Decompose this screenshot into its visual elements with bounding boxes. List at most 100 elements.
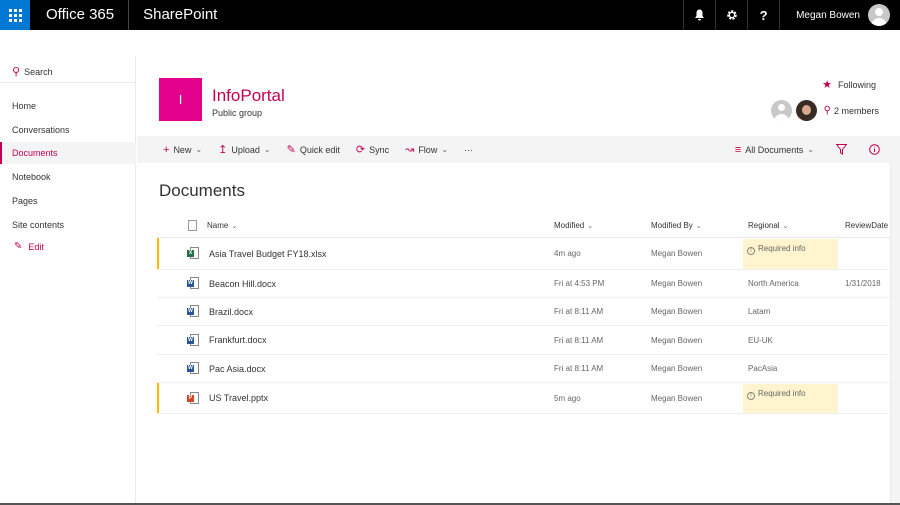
nav-item-home[interactable]: Home xyxy=(0,95,136,117)
flow-button[interactable]: ↝ Flow ⌄ xyxy=(397,136,456,163)
avatar xyxy=(868,4,890,26)
file-name[interactable]: Brazil.docx xyxy=(209,307,253,317)
table-row[interactable]: W Beacon Hill.docx Fri at 4:53 PM Megan … xyxy=(157,270,890,298)
help-button[interactable]: ? xyxy=(747,0,779,30)
chevron-down-icon: ⌄ xyxy=(782,223,789,230)
new-button[interactable]: + New ⌄ xyxy=(137,136,210,163)
user-name: Megan Bowen xyxy=(796,9,860,21)
table-row[interactable]: W Frankfurt.docx Fri at 8:11 AM Megan Bo… xyxy=(157,326,890,355)
file-name[interactable]: Beacon Hill.docx xyxy=(209,279,276,289)
regional-cell: Latam xyxy=(748,307,771,316)
sharepoint-link[interactable]: SharePoint xyxy=(129,0,217,30)
filter-button[interactable] xyxy=(822,136,861,163)
more-button[interactable]: ··· xyxy=(456,136,481,163)
user-menu[interactable]: Megan Bowen xyxy=(779,0,900,30)
sync-icon: ⟳ xyxy=(355,144,366,156)
flow-label: Flow xyxy=(418,144,438,155)
required-info-label: Required info xyxy=(758,244,806,253)
word-file-icon: W xyxy=(187,333,199,347)
word-file-icon: W xyxy=(187,277,199,290)
new-label: New xyxy=(173,144,192,155)
pencil-icon: ✎ xyxy=(286,144,296,156)
settings-button[interactable] xyxy=(715,0,747,30)
person-icon: ⚲ xyxy=(823,105,831,116)
view-switcher[interactable]: ≡ All Documents ⌄ xyxy=(727,136,822,163)
table-row[interactable]: P US Travel.pptx 5m ago Megan Bowen ! Req… xyxy=(157,383,890,414)
site-subtitle: Public group xyxy=(212,108,263,118)
nav-edit-link[interactable]: ✎ Edit xyxy=(14,241,44,252)
column-header-modified-by[interactable]: Modified By ⌄ xyxy=(651,214,702,238)
vertical-scrollbar[interactable] xyxy=(890,162,900,505)
upload-icon: ↥ xyxy=(218,144,228,156)
nav-search-label: Search xyxy=(24,66,53,77)
nav-item-documents[interactable]: Documents xyxy=(0,142,136,164)
regional-cell: North America xyxy=(748,279,799,288)
following-label: Following xyxy=(837,79,876,90)
file-name[interactable]: Pac Asia.docx xyxy=(209,364,266,374)
chevron-down-icon: ⌄ xyxy=(807,145,814,154)
upload-label: Upload xyxy=(231,144,260,155)
member-avatar xyxy=(795,100,817,121)
column-header-modified[interactable]: Modified ⌄ xyxy=(554,214,593,238)
required-info-cell[interactable]: ! Required info xyxy=(743,384,838,413)
nav-item-site-contents[interactable]: Site contents xyxy=(0,214,136,236)
notifications-button[interactable] xyxy=(683,0,715,30)
modified-cell: Fri at 8:11 AM xyxy=(554,364,604,373)
modified-by-cell: Megan Bowen xyxy=(651,249,703,258)
site-logo[interactable]: I xyxy=(159,78,202,121)
column-header-label: Modified xyxy=(554,221,585,230)
column-header-regional[interactable]: Regional ⌄ xyxy=(748,214,788,238)
modified-by-cell: Megan Bowen xyxy=(651,307,703,316)
office-365-link[interactable]: Office 365 xyxy=(30,0,130,30)
site-title[interactable]: InfoPortal xyxy=(212,86,285,106)
nav-item-notebook[interactable]: Notebook xyxy=(0,166,136,188)
excel-file-icon: X xyxy=(187,247,199,260)
alert-icon: ! xyxy=(747,392,755,400)
filter-icon xyxy=(836,144,847,155)
quick-edit-button[interactable]: ✎ Quick edit xyxy=(279,136,348,163)
upload-button[interactable]: ↥ Upload ⌄ xyxy=(210,136,278,163)
alert-icon: ! xyxy=(747,247,755,255)
modified-cell: Fri at 4:53 PM xyxy=(554,279,605,288)
nav-item-pages[interactable]: Pages xyxy=(0,190,136,212)
waffle-icon xyxy=(8,8,22,22)
nav-item-conversations[interactable]: Conversations xyxy=(0,119,136,141)
sync-label: Sync xyxy=(369,144,390,155)
table-row[interactable]: W Brazil.docx Fri at 8:11 AM Megan Bowen… xyxy=(157,298,890,326)
modified-by-cell: Megan Bowen xyxy=(651,364,703,373)
members-label: 2 members xyxy=(833,105,879,116)
table-row[interactable]: X Asia Travel Budget FY18.xlsx 4m ago Me… xyxy=(157,238,890,270)
file-name-cell: P US Travel.pptx xyxy=(187,383,268,413)
modified-cell: 5m ago xyxy=(554,393,581,403)
word-file-icon: W xyxy=(187,362,199,375)
app-launcher-button[interactable] xyxy=(0,0,30,30)
suite-bar: Office 365 SharePoint ? Megan Bowen xyxy=(0,0,900,30)
following-button[interactable]: ★ Following xyxy=(822,78,876,91)
word-file-icon: W xyxy=(187,305,199,318)
info-button[interactable] xyxy=(861,136,900,163)
file-name[interactable]: Asia Travel Budget FY18.xlsx xyxy=(209,249,327,259)
required-info-cell[interactable]: ! Required info xyxy=(743,239,838,269)
required-info-label: Required info xyxy=(758,389,806,398)
column-header-label: Regional xyxy=(748,221,780,230)
file-name[interactable]: US Travel.pptx xyxy=(209,393,268,403)
powerpoint-file-icon: P xyxy=(187,391,199,405)
nav-search[interactable]: ⚲ Search xyxy=(12,65,53,78)
column-header-name[interactable]: Name ⌄ xyxy=(207,214,237,238)
chevron-down-icon: ⌄ xyxy=(587,223,594,230)
quick-edit-label: Quick edit xyxy=(299,144,340,155)
chevron-down-icon: ⌄ xyxy=(695,223,702,230)
table-row[interactable]: W Pac Asia.docx Fri at 8:11 AM Megan Bow… xyxy=(157,355,890,383)
file-name-cell: W Pac Asia.docx xyxy=(187,355,266,382)
review-date-cell: 1/31/2018 xyxy=(845,279,881,288)
sync-button[interactable]: ⟳ Sync xyxy=(348,136,397,163)
view-list-icon: ≡ xyxy=(734,143,742,156)
flow-icon: ↝ xyxy=(405,144,415,156)
members-button[interactable]: ⚲ 2 members xyxy=(770,100,879,121)
file-name[interactable]: Frankfurt.docx xyxy=(209,335,267,345)
regional-cell: PacAsia xyxy=(748,364,778,373)
chevron-down-icon: ⌄ xyxy=(441,145,449,154)
bell-icon xyxy=(695,9,705,21)
column-header-review-date[interactable]: ReviewDate xyxy=(845,214,888,238)
file-name-cell: W Brazil.docx xyxy=(187,298,253,325)
